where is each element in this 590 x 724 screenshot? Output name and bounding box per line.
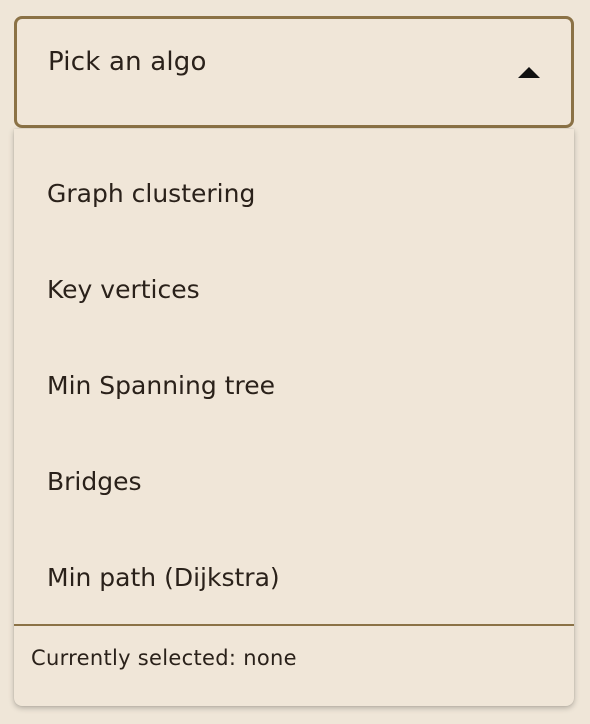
algo-select-dropdown[interactable]: Pick an algo [14,16,574,128]
option-min-spanning-tree[interactable]: Min Spanning tree [14,337,574,433]
chevron-up-icon [518,67,540,78]
select-placeholder: Pick an algo [48,47,207,77]
option-bridges[interactable]: Bridges [14,433,574,529]
selection-status: Currently selected: none [31,646,297,670]
dropdown-menu: Graph clustering Key vertices Min Spanni… [14,129,574,706]
options-list: Graph clustering Key vertices Min Spanni… [14,145,574,625]
option-key-vertices[interactable]: Key vertices [14,241,574,337]
option-min-path-dijkstra[interactable]: Min path (Dijkstra) [14,529,574,625]
option-graph-clustering[interactable]: Graph clustering [14,145,574,241]
divider [14,624,574,626]
